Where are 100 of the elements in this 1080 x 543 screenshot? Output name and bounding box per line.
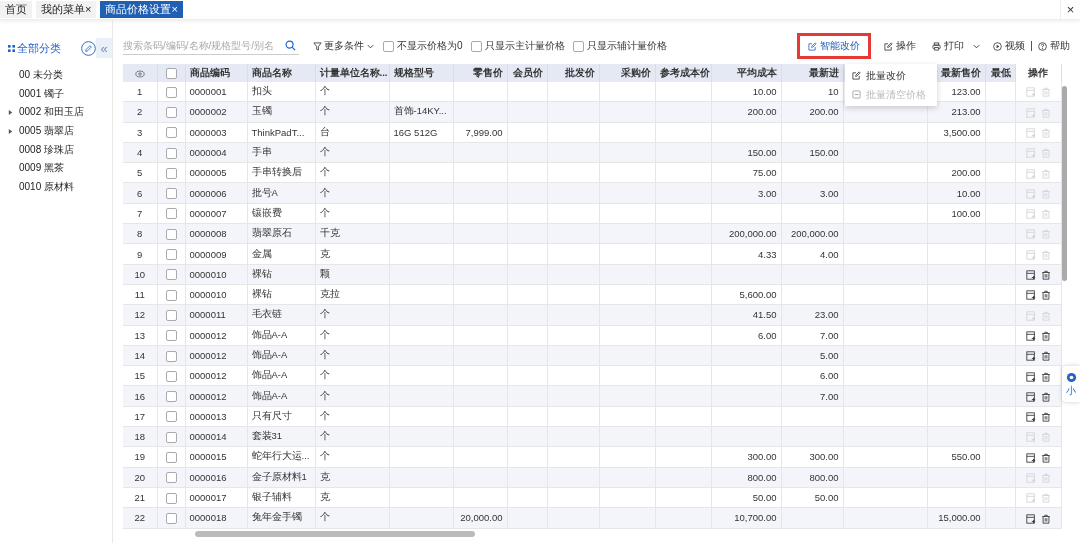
row-number: 11 — [134, 289, 145, 301]
row-checkbox[interactable] — [165, 188, 177, 200]
smart-button[interactable]: 智能改价 — [800, 36, 868, 56]
trash-icon[interactable] — [1040, 290, 1051, 301]
page-tab[interactable]: 我的菜单× — [36, 1, 97, 18]
row-checkbox[interactable] — [165, 106, 177, 118]
trash-icon[interactable] — [1040, 270, 1051, 281]
row-checkbox[interactable] — [165, 208, 177, 220]
checkbox[interactable] — [470, 40, 482, 52]
trash-icon[interactable] — [1040, 412, 1051, 423]
table-cell: 兔年金手镯 — [251, 511, 302, 523]
checkbox[interactable] — [383, 40, 394, 52]
form-edit-icon[interactable] — [1025, 371, 1036, 382]
category-item[interactable]: 0010 原材料 — [19, 179, 75, 194]
row-checkbox[interactable] — [165, 492, 177, 504]
row-number: 3 — [137, 126, 143, 138]
category-item[interactable]: 0001 镯子 — [19, 86, 65, 101]
row-checkbox[interactable] — [165, 249, 177, 260]
row-checkbox[interactable] — [165, 167, 177, 179]
row-checkbox[interactable] — [165, 86, 177, 98]
table-cell: 0000008 — [189, 228, 227, 240]
video-button[interactable]: 视频 — [989, 36, 1029, 56]
edit-icon[interactable] — [81, 40, 96, 56]
edit-button[interactable]: 操作 — [880, 36, 920, 56]
checkbox[interactable] — [572, 40, 584, 52]
category-title[interactable]: 全部分类 — [8, 40, 61, 56]
row-checkbox[interactable] — [165, 330, 177, 342]
trash-icon[interactable] — [1040, 371, 1051, 382]
form-edit-icon[interactable] — [1025, 351, 1036, 362]
trash-icon[interactable] — [1040, 452, 1051, 463]
more-filters-button[interactable]: 更多条件 — [313, 39, 375, 53]
form-edit-icon[interactable] — [1025, 412, 1036, 423]
table-cell: 克 — [319, 247, 330, 259]
table-cell: 克 — [319, 470, 330, 482]
category-item[interactable]: 0005 翡翠店 — [19, 124, 75, 139]
table-cell: 颗 — [319, 267, 330, 279]
column-header: 商品编码 — [189, 66, 230, 78]
trash-icon[interactable] — [1040, 330, 1051, 341]
category-item[interactable]: 00 未分类 — [19, 68, 63, 83]
column-header: 商品名称 — [251, 66, 292, 78]
row-checkbox[interactable] — [165, 411, 177, 423]
row-checkbox[interactable] — [165, 228, 177, 240]
row-number: 9 — [137, 248, 143, 260]
row-checkbox[interactable] — [165, 289, 177, 301]
form-edit-icon[interactable] — [1025, 330, 1036, 341]
table-cell: 23.00 — [814, 309, 839, 321]
page-tab[interactable]: 首页 — [0, 1, 32, 18]
row-checkbox[interactable] — [165, 452, 177, 463]
table-cell: 41.50 — [752, 309, 777, 321]
table-cell: 0000005 — [189, 167, 227, 179]
column-settings-icon[interactable] — [134, 68, 145, 79]
table-cell: 0000004 — [189, 147, 227, 159]
table-cell: 毛衣链 — [251, 308, 282, 320]
trash-icon[interactable] — [1040, 351, 1051, 362]
row-checkbox[interactable] — [165, 370, 177, 382]
table-cell: 千克 — [319, 227, 340, 239]
assistant-widget[interactable]: 小 — [1062, 366, 1080, 402]
trash-icon[interactable] — [1040, 513, 1051, 524]
horizontal-scrollbar[interactable] — [195, 530, 475, 537]
table-cell: 75.00 — [752, 167, 777, 179]
form-edit-icon[interactable] — [1025, 452, 1036, 463]
row-checkbox[interactable] — [165, 391, 177, 403]
row-checkbox[interactable] — [165, 147, 177, 159]
category-item[interactable]: 0002 和田玉店 — [19, 105, 85, 120]
table-cell: 0000006 — [189, 187, 227, 199]
menu-item[interactable]: 批量改价 — [845, 66, 937, 85]
form-edit-icon[interactable] — [1025, 270, 1036, 281]
table-cell: 800.00 — [747, 471, 777, 483]
assistant-icon — [1065, 372, 1077, 383]
table-cell: 300.00 — [809, 451, 839, 463]
option-label: 不显示价格为0 — [397, 39, 463, 53]
column-header: 平均成本 — [736, 66, 777, 78]
form-edit-icon[interactable] — [1025, 391, 1036, 402]
table-cell: 3.00 — [820, 187, 839, 199]
help-button[interactable]: 帮助 — [1034, 36, 1074, 56]
table-cell: 0000012 — [189, 329, 227, 341]
trash-icon[interactable] — [1040, 391, 1051, 402]
row-checkbox[interactable] — [165, 269, 177, 281]
vertical-scrollbar[interactable] — [1062, 86, 1067, 281]
print-button[interactable]: 打印 — [928, 36, 968, 56]
search-icon[interactable] — [285, 40, 296, 51]
row-checkbox[interactable] — [165, 431, 177, 443]
row-checkbox[interactable] — [165, 350, 177, 362]
table-cell: 7,999.00 — [465, 126, 503, 138]
page-tab[interactable]: 商品价格设置× — [100, 1, 183, 18]
expand-arrow-icon[interactable] — [8, 110, 13, 115]
form-edit-icon[interactable] — [1025, 513, 1036, 524]
row-checkbox[interactable] — [165, 512, 177, 524]
search-field[interactable]: 搜索条码/编码/名称/规格型号/别名 — [123, 37, 299, 55]
row-checkbox[interactable] — [165, 127, 177, 139]
select-all-checkbox[interactable] — [165, 68, 177, 79]
expand-arrow-icon[interactable] — [8, 128, 13, 134]
form-edit-icon[interactable] — [1025, 290, 1036, 301]
category-item[interactable]: 0008 珍珠店 — [19, 142, 75, 157]
row-checkbox[interactable] — [165, 472, 177, 484]
category-item[interactable]: 0009 黑茶 — [19, 161, 65, 176]
table-cell: 0000002 — [189, 106, 227, 118]
row-checkbox[interactable] — [165, 309, 177, 321]
close-button[interactable]: × — [1060, 0, 1080, 19]
table-cell: 批号A — [251, 186, 278, 198]
